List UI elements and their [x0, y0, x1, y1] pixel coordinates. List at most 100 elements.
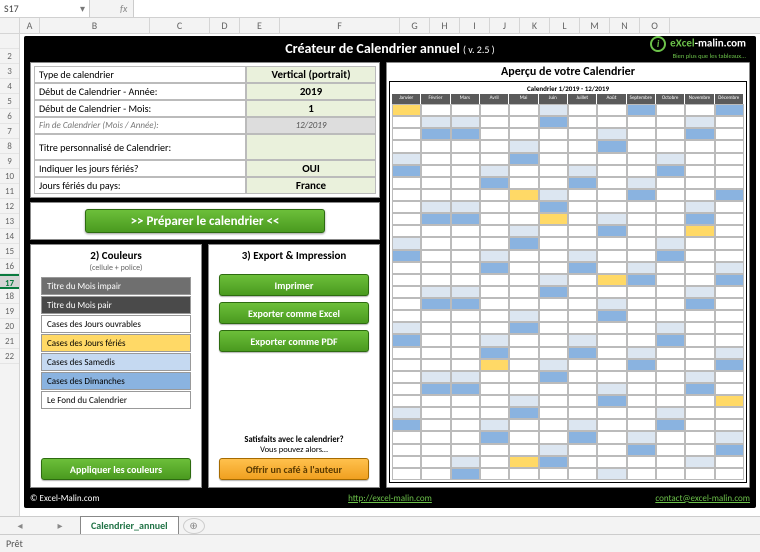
copyright: © Excel-Malin.com [30, 493, 210, 504]
calendar-cell [568, 189, 597, 201]
calendar-cell [715, 237, 744, 249]
calendar-cell [656, 468, 685, 480]
row-header[interactable]: 21 [0, 334, 19, 349]
calendar-cell [421, 395, 450, 407]
row-header[interactable]: 13 [0, 214, 19, 229]
calendar-cell [539, 371, 568, 383]
col-header[interactable]: C [150, 18, 210, 33]
row-header[interactable]: 18 [0, 289, 19, 304]
row-header[interactable]: 16 [0, 259, 19, 274]
config-value[interactable]: 1 [246, 100, 376, 117]
export-pdf-button[interactable]: Exporter comme PDF [219, 330, 369, 352]
config-value[interactable]: OUI [246, 160, 376, 177]
tab-nav-last-icon[interactable]: ▸ [57, 519, 62, 532]
row-header[interactable]: 12 [0, 199, 19, 214]
calendar-cell [480, 201, 509, 213]
row-header[interactable]: 6 [0, 109, 19, 124]
calendar-cell [597, 298, 626, 310]
config-value[interactable] [246, 134, 376, 160]
col-header[interactable]: E [240, 18, 280, 33]
calendar-cell [568, 371, 597, 383]
calendar-cell [627, 104, 656, 116]
add-sheet-icon[interactable]: ⊕ [183, 518, 205, 534]
chevron-down-icon[interactable]: ▾ [80, 2, 85, 15]
row-header[interactable]: 17 [0, 274, 19, 289]
calendar-cell [480, 334, 509, 346]
calendar-cell [715, 347, 744, 359]
fx-icon[interactable]: fx [114, 0, 134, 17]
donate-button[interactable]: Offrir un café à l'auteur [219, 458, 369, 480]
calendar-cell [421, 250, 450, 262]
calendar-cell [539, 407, 568, 419]
col-header[interactable]: A [20, 18, 40, 33]
row-header[interactable] [0, 34, 19, 49]
calendar-cell [715, 419, 744, 431]
col-header[interactable]: M [580, 18, 610, 33]
color-chip[interactable]: Titre du Mois impair [41, 277, 191, 295]
config-label: Titre personnalisé de Calendrier: [34, 134, 246, 160]
calendar-cell [685, 395, 714, 407]
color-chip[interactable]: Cases des Dimanches [41, 372, 191, 390]
col-header[interactable]: J [490, 18, 520, 33]
row-header[interactable]: 8 [0, 139, 19, 154]
calendar-cell [392, 140, 421, 152]
tab-nav-first-icon[interactable]: ◂ [17, 519, 22, 532]
calendar-cell [685, 104, 714, 116]
config-value[interactable]: 2019 [246, 83, 376, 100]
calendar-cell [597, 444, 626, 456]
row-header[interactable]: 3 [0, 64, 19, 79]
col-header[interactable]: H [430, 18, 460, 33]
row-header[interactable]: 9 [0, 154, 19, 169]
col-header[interactable]: G [400, 18, 430, 33]
apply-colors-button[interactable]: Appliquer les couleurs [41, 458, 191, 480]
row-header[interactable]: 22 [0, 349, 19, 364]
config-value[interactable]: France [246, 177, 376, 194]
prepare-button[interactable]: >> Préparer le calendrier << [85, 209, 325, 233]
calendar-cell [539, 116, 568, 128]
calendar-cell [451, 165, 480, 177]
col-header[interactable]: N [610, 18, 640, 33]
config-label: Début de Calendrier - Mois: [34, 100, 246, 117]
calendar-cell [627, 310, 656, 322]
export-excel-button[interactable]: Exporter comme Excel [219, 302, 369, 324]
calendar-cell [480, 322, 509, 334]
col-header[interactable]: B [40, 18, 150, 33]
color-chip[interactable]: Cases des Samedis [41, 353, 191, 371]
select-all-corner[interactable] [0, 18, 20, 33]
col-header[interactable]: O [640, 18, 670, 33]
calendar-cell [451, 104, 480, 116]
row-header[interactable]: 2 [0, 49, 19, 64]
row-header[interactable]: 5 [0, 94, 19, 109]
calendar-cell [509, 165, 538, 177]
calendar-cell [597, 213, 626, 225]
color-chip[interactable]: Cases des Jours ouvrables [41, 315, 191, 333]
row-header[interactable]: 7 [0, 124, 19, 139]
calendar-cell [392, 322, 421, 334]
col-header[interactable]: L [550, 18, 580, 33]
row-header[interactable]: 14 [0, 229, 19, 244]
sheet-tab-active[interactable]: Calendrier_annuel [80, 516, 179, 536]
calendar-cell [568, 444, 597, 456]
contact-link[interactable]: contact@excel-malin.com [655, 493, 750, 504]
row-header[interactable]: 4 [0, 79, 19, 94]
row-headers: 2345678910111213141516171819202122 [0, 34, 20, 524]
row-header[interactable]: 19 [0, 304, 19, 319]
row-header[interactable]: 10 [0, 169, 19, 184]
color-chip[interactable]: Le Fond du Calendrier [41, 391, 191, 409]
config-value[interactable]: Vertical (portrait) [246, 66, 376, 83]
color-chip[interactable]: Titre du Mois pair [41, 296, 191, 314]
name-box[interactable]: S17▾ [0, 0, 90, 17]
col-header[interactable]: F [280, 18, 400, 33]
row-header[interactable]: 15 [0, 244, 19, 259]
calendar-cell [597, 201, 626, 213]
col-header[interactable]: I [460, 18, 490, 33]
row-header[interactable]: 11 [0, 184, 19, 199]
col-header[interactable]: K [520, 18, 550, 33]
print-button[interactable]: Imprimer [219, 274, 369, 296]
color-chip[interactable]: Cases des Jours fériés [41, 334, 191, 352]
col-header[interactable]: D [210, 18, 240, 33]
formula-input[interactable] [134, 0, 760, 17]
website-link[interactable]: http://excel-malin.com [348, 493, 432, 504]
worksheet-area[interactable]: Créateur de Calendrier annuel ( v. 2.5 )… [20, 34, 760, 524]
row-header[interactable]: 20 [0, 319, 19, 334]
